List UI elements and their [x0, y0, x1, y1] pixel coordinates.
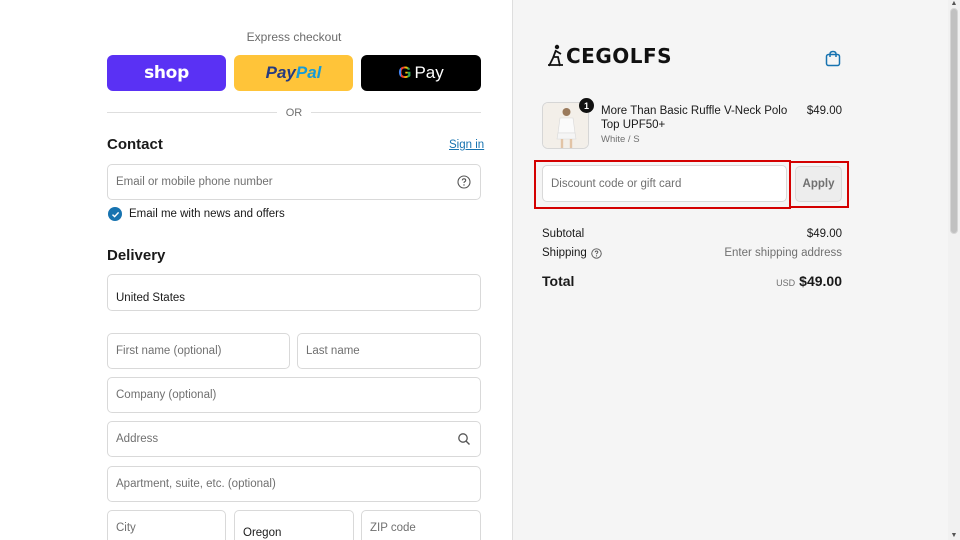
subtotal-value: $49.00	[806, 228, 842, 240]
shop-pay-label: shop	[144, 63, 189, 83]
google-pay-button[interactable]: G Pay	[361, 55, 481, 91]
apartment-placeholder: Apartment, suite, etc. (optional)	[116, 478, 276, 490]
or-divider: OR	[107, 106, 481, 120]
total-currency: USD	[776, 278, 796, 288]
paypal-label-pal: Pal	[295, 63, 322, 82]
first-name-field[interactable]: First name (optional)	[107, 333, 290, 369]
or-label: OR	[285, 107, 303, 119]
discount-field-highlight	[534, 160, 791, 209]
total-label: Total	[542, 273, 575, 289]
golfer-logo-icon	[548, 44, 563, 67]
store-logo[interactable]: CEGOLFS	[546, 43, 672, 69]
google-g-icon: G	[398, 63, 412, 82]
order-summary-panel	[512, 0, 948, 540]
shipping-help-icon[interactable]	[591, 247, 602, 259]
paypal-button[interactable]: Pay Pal	[234, 55, 353, 91]
scroll-up-arrow-icon[interactable]: ▲	[948, 0, 960, 8]
country-value: United States	[116, 291, 186, 304]
email-field[interactable]: Email or mobile phone number	[107, 164, 481, 200]
shipping-value: Enter shipping address	[724, 247, 842, 259]
product-price: $49.00	[806, 105, 842, 117]
country-select[interactable]: United States	[107, 274, 481, 311]
zip-placeholder: ZIP code	[370, 522, 416, 534]
shipping-row: Shipping Enter shipping address	[542, 247, 842, 259]
sign-in-link[interactable]: Sign in	[449, 139, 484, 151]
express-checkout-title: Express checkout	[246, 30, 342, 44]
store-logo-text: CEGOLFS	[566, 44, 673, 68]
product-variant: White / S	[601, 134, 640, 145]
newsletter-checkbox-row[interactable]: Email me with news and offers	[108, 207, 285, 221]
scrollbar-thumb[interactable]	[950, 8, 958, 234]
newsletter-checkbox[interactable]	[108, 207, 122, 221]
paypal-label-pay: Pay	[265, 63, 296, 82]
apply-button-highlight	[789, 161, 849, 208]
subtotal-row: Subtotal $49.00	[542, 228, 842, 240]
city-field[interactable]: City	[107, 510, 226, 540]
state-select[interactable]: Oregon	[234, 510, 354, 540]
last-name-placeholder: Last name	[306, 345, 360, 357]
city-placeholder: City	[116, 522, 136, 534]
google-pay-label: Pay	[414, 63, 444, 82]
company-field[interactable]: Company (optional)	[107, 377, 481, 413]
search-icon	[458, 433, 470, 445]
state-value: Oregon	[243, 527, 282, 539]
quantity-badge: 1	[579, 98, 594, 113]
apartment-field[interactable]: Apartment, suite, etc. (optional)	[107, 466, 481, 502]
page-scrollbar[interactable]: ▲ ▼	[948, 0, 960, 540]
newsletter-label: Email me with news and offers	[129, 208, 285, 220]
company-placeholder: Company (optional)	[116, 389, 217, 401]
checkmark-icon	[111, 211, 119, 218]
product-name: More Than Basic Ruffle V-Neck Polo Top U…	[601, 105, 788, 131]
first-name-placeholder: First name (optional)	[116, 345, 222, 357]
delivery-title: Delivery	[107, 247, 166, 264]
subtotal-label: Subtotal	[542, 228, 585, 240]
checkout-form-panel: Express checkout shop Pay Pal G Pay OR Co…	[0, 0, 512, 540]
address-field[interactable]: Address	[107, 421, 481, 457]
shop-pay-button[interactable]: shop	[107, 55, 226, 91]
divider-line-right	[311, 112, 481, 113]
contact-title: Contact	[107, 136, 163, 153]
address-placeholder: Address	[116, 433, 159, 445]
scroll-down-arrow-icon[interactable]: ▼	[948, 532, 960, 540]
shopping-bag-icon[interactable]	[825, 50, 841, 67]
help-icon[interactable]	[457, 175, 471, 189]
zip-field[interactable]: ZIP code	[361, 510, 481, 540]
total-row: Total USD $49.00	[542, 273, 842, 293]
total-value: $49.00	[799, 273, 842, 289]
last-name-field[interactable]: Last name	[297, 333, 481, 369]
shipping-label: Shipping	[542, 247, 587, 259]
email-placeholder: Email or mobile phone number	[116, 176, 273, 188]
